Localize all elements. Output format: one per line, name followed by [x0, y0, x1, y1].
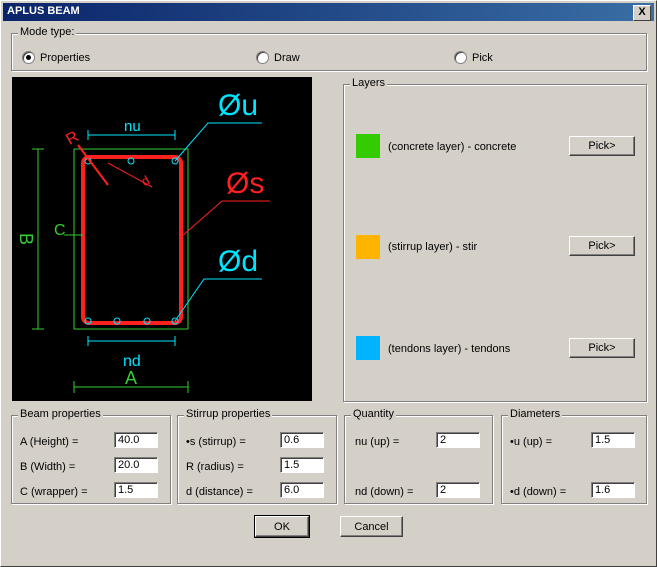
- mode-type-group: Mode type: Properties Draw Pick: [11, 26, 647, 71]
- cancel-button[interactable]: Cancel: [340, 516, 403, 537]
- nd-down-label: nd (down) =: [355, 486, 414, 498]
- radio-checked-icon: [22, 51, 35, 64]
- tendons-color-swatch: [356, 336, 380, 360]
- nu-up-input[interactable]: [436, 432, 480, 448]
- nu-label: nu: [124, 118, 141, 135]
- quantity-label: Quantity: [351, 408, 396, 420]
- stirrup-properties-group: Stirrup properties •s (stirrup) = R (rad…: [177, 408, 337, 504]
- layers-group: Layers (concrete layer) - concrete Pick>…: [343, 77, 647, 402]
- height-input[interactable]: [114, 432, 158, 448]
- diameters-group: Diameters •u (up) = •d (down) =: [501, 408, 647, 504]
- pick-stirrup-button[interactable]: Pick>: [569, 236, 635, 256]
- title-bar: APLUS BEAM X: [3, 3, 654, 21]
- diameter-down-input[interactable]: [591, 482, 635, 498]
- radius-label: R (radius) =: [186, 461, 244, 473]
- mode-type-label: Mode type:: [18, 26, 77, 38]
- tendons-layer-label: (tendons layer) - tendons: [388, 343, 511, 355]
- mode-pick-label: Pick: [472, 51, 493, 64]
- s-diameter-label: Øs: [226, 167, 264, 200]
- stirrup-color-swatch: [356, 235, 380, 259]
- close-button[interactable]: X: [633, 5, 651, 21]
- stirrup-diameter-input[interactable]: [280, 432, 324, 448]
- concrete-layer-label: (concrete layer) - concrete: [388, 141, 517, 153]
- height-label: A (Height) =: [20, 436, 79, 448]
- stirrup-diameter-label: •s (stirrup) =: [186, 436, 246, 448]
- ok-button[interactable]: OK: [254, 515, 310, 538]
- concrete-color-swatch: [356, 134, 380, 158]
- beam-section-diagram: nu nd A B C R d Øu Øs Ød: [12, 77, 312, 401]
- quantity-group: Quantity nu (up) = nd (down) =: [344, 408, 493, 504]
- window-title: APLUS BEAM: [7, 5, 80, 17]
- u-diameter-label: Øu: [218, 89, 258, 122]
- distance-input[interactable]: [280, 482, 324, 498]
- b-label: B: [16, 233, 36, 245]
- diameter-down-label: •d (down) =: [510, 486, 567, 498]
- nu-up-label: nu (up) =: [355, 436, 400, 448]
- distance-label: d (distance) =: [186, 486, 253, 498]
- diameter-up-label: •u (up) =: [510, 436, 553, 448]
- s-leader: [180, 200, 270, 238]
- wrapper-label: C (wrapper) =: [20, 486, 88, 498]
- diameter-up-input[interactable]: [591, 432, 635, 448]
- beam-section-svg: nu nd A B C R d Øu Øs Ød: [16, 89, 270, 393]
- stirrup-shape: [81, 155, 183, 325]
- aplus-beam-dialog: APLUS BEAM X Mode type: Properties Draw …: [0, 0, 657, 567]
- nd-down-input[interactable]: [436, 482, 480, 498]
- a-label: A: [125, 368, 137, 388]
- layers-label: Layers: [350, 77, 388, 89]
- d-diameter-label: Ød: [218, 245, 258, 278]
- mode-draw-label: Draw: [274, 51, 300, 64]
- radio-unchecked-icon: [256, 51, 269, 64]
- mode-properties-label: Properties: [40, 51, 91, 64]
- mode-draw-radio[interactable]: Draw: [256, 51, 300, 64]
- stirrup-layer-label: (stirrup layer) - stir: [388, 241, 478, 253]
- c-label: C: [54, 222, 66, 239]
- beam-properties-group: Beam properties A (Height) = B (Width) =…: [11, 408, 171, 504]
- pick-concrete-button[interactable]: Pick>: [569, 136, 635, 156]
- stirrup-properties-label: Stirrup properties: [184, 408, 273, 420]
- width-input[interactable]: [114, 457, 158, 473]
- width-label: B (Width) =: [20, 461, 76, 473]
- pick-tendons-button[interactable]: Pick>: [569, 338, 635, 358]
- diameters-label: Diameters: [508, 408, 563, 420]
- d-distance-label: d: [139, 172, 153, 189]
- mode-pick-radio[interactable]: Pick: [454, 51, 493, 64]
- wrapper-input[interactable]: [114, 482, 158, 498]
- beam-properties-label: Beam properties: [18, 408, 103, 420]
- radio-unchecked-icon: [454, 51, 467, 64]
- radius-input[interactable]: [280, 457, 324, 473]
- mode-properties-radio[interactable]: Properties: [22, 51, 90, 64]
